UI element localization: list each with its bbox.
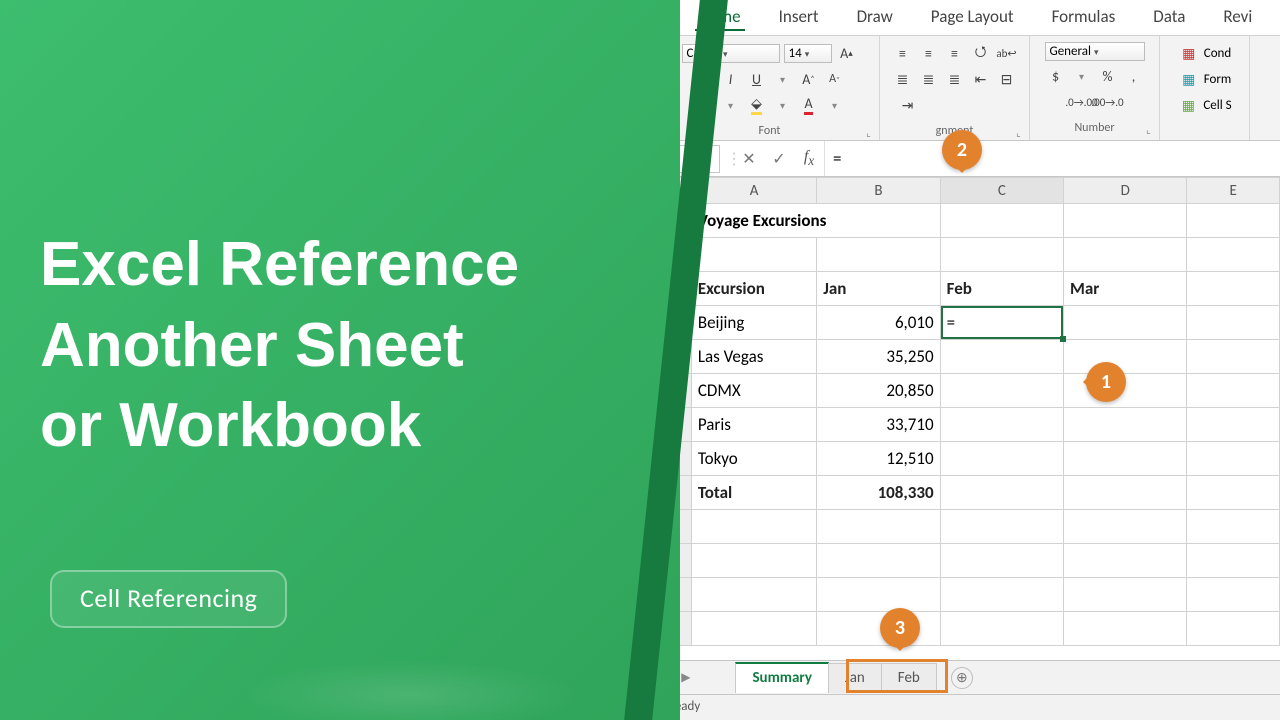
cell-jan[interactable]: 35,250 <box>817 340 940 374</box>
group-label-number: Number <box>1038 121 1151 135</box>
promo-badge: Cell Referencing <box>50 570 287 628</box>
sheet-tab-strip: ◀▶ Summary Jan Feb ⊕ <box>660 660 1280 694</box>
active-cell[interactable]: = <box>940 306 1063 340</box>
insert-function-button[interactable]: fx <box>794 144 824 173</box>
font-size-dropdown[interactable]: 14 <box>784 44 832 63</box>
align-bottom-icon[interactable]: ≡ <box>944 42 966 64</box>
enter-formula-button[interactable]: ✓ <box>764 145 794 173</box>
cell-jan[interactable]: 12,510 <box>817 442 940 476</box>
ribbon-body: Calibri 14 A▴ B I U ▾ A˄ A˅ ▦ ▾ ⬙ ▾ A ▾ … <box>660 36 1280 141</box>
table-row: Las Vegas 35,250 <box>661 340 1280 374</box>
table-row: CDMX 20,850 <box>661 374 1280 408</box>
table-row-total: Total 108,330 <box>661 476 1280 510</box>
align-middle-icon[interactable]: ≡ <box>918 42 940 64</box>
table-row: Beijing 6,010 = <box>661 306 1280 340</box>
format-table-label: Form <box>1204 72 1232 87</box>
total-label[interactable]: Total <box>691 476 816 510</box>
header-excursion[interactable]: Excursion <box>691 272 816 306</box>
status-bar: Ready <box>660 694 1280 720</box>
orientation-icon[interactable]: ⭯ <box>970 42 992 64</box>
total-jan[interactable]: 108,330 <box>817 476 940 510</box>
col-header-A[interactable]: A <box>691 178 816 204</box>
header-jan[interactable]: Jan <box>817 272 940 306</box>
font-color-icon[interactable]: A <box>798 94 820 116</box>
col-header-E[interactable]: E <box>1187 178 1280 204</box>
decrease-indent-icon[interactable]: ⇤ <box>970 68 992 90</box>
table-row: Voyage Excursions <box>661 204 1280 238</box>
align-left-icon[interactable]: ≣ <box>892 68 914 90</box>
font-shrink-icon[interactable]: A˅ <box>824 68 846 90</box>
increase-font-icon[interactable]: A▴ <box>836 42 858 64</box>
ribbon-tabs: Home Insert Draw Page Layout Formulas Da… <box>660 0 1280 36</box>
title-line: Excel Reference <box>40 225 519 306</box>
merge-icon[interactable]: ⊟ <box>996 68 1018 90</box>
conditional-label: Cond <box>1204 46 1231 61</box>
format-table-icon[interactable]: ▦ <box>1178 68 1200 90</box>
cell-styles-label: Cell S <box>1203 98 1231 113</box>
increase-decimal-icon[interactable]: .0→.00 <box>1071 91 1093 113</box>
group-alignment: ≡ ≡ ≡ ⭯ ab↩ ≣ ≣ ≣ ⇤ ⊟ ⇥ gnment <box>880 36 1030 140</box>
col-header-D[interactable]: D <box>1064 178 1187 204</box>
callout-1: 1 <box>1086 362 1126 402</box>
underline-button[interactable]: U <box>746 68 768 90</box>
tab-data[interactable]: Data <box>1149 4 1189 31</box>
decorative-ellipse <box>240 660 580 720</box>
align-top-icon[interactable]: ≡ <box>892 42 914 64</box>
add-sheet-button[interactable]: ⊕ <box>951 667 973 689</box>
cancel-formula-button[interactable]: ✕ <box>734 145 764 173</box>
group-number: General $ ▾ % , .0→.00 .00→.0 Number <box>1030 36 1160 140</box>
title-line: or Workbook <box>40 386 519 467</box>
table-row: Tokyo 12,510 <box>661 442 1280 476</box>
cell-city[interactable]: Paris <box>691 408 816 442</box>
col-header-B[interactable]: B <box>817 178 940 204</box>
percent-icon[interactable]: % <box>1097 65 1119 87</box>
cell-city[interactable]: Las Vegas <box>691 340 816 374</box>
sheet-title[interactable]: Voyage Excursions <box>691 204 940 238</box>
cell-jan[interactable]: 6,010 <box>817 306 940 340</box>
formula-input[interactable]: = <box>824 141 1280 176</box>
comma-icon[interactable]: , <box>1123 65 1145 87</box>
font-grow-icon[interactable]: A˄ <box>798 68 820 90</box>
align-center-icon[interactable]: ≣ <box>918 68 940 90</box>
cell-styles-icon[interactable]: ▦ <box>1177 94 1199 116</box>
fill-color-icon[interactable]: ⬙ <box>746 94 768 116</box>
number-format-value: General <box>1050 44 1091 59</box>
promo-panel: Excel Reference Another Sheet or Workboo… <box>0 0 680 720</box>
cell-city[interactable]: Beijing <box>691 306 816 340</box>
tab-review[interactable]: Revi <box>1219 4 1256 31</box>
cell-jan[interactable]: 33,710 <box>817 408 940 442</box>
group-styles: ▦Cond ▦Form ▦Cell S . <box>1160 36 1250 140</box>
align-right-icon[interactable]: ≣ <box>944 68 966 90</box>
excel-window: Home Insert Draw Page Layout Formulas Da… <box>660 0 1280 720</box>
tab-formulas[interactable]: Formulas <box>1048 4 1120 31</box>
tab-insert[interactable]: Insert <box>775 4 823 31</box>
title-line: Another Sheet <box>40 306 519 387</box>
cell-city[interactable]: Tokyo <box>691 442 816 476</box>
number-format-dropdown[interactable]: General <box>1045 42 1145 61</box>
font-size-value: 14 <box>789 46 802 61</box>
tab-page-layout[interactable]: Page Layout <box>927 4 1018 31</box>
table-row: Excursion Jan Feb Mar <box>661 272 1280 306</box>
increase-indent-icon[interactable]: ⇥ <box>897 94 919 116</box>
sheet-tab-jan[interactable]: Jan <box>828 663 882 693</box>
wrap-text-icon[interactable]: ab↩ <box>996 42 1018 64</box>
table-row: Paris 33,710 <box>661 408 1280 442</box>
worksheet-grid[interactable]: A B C D E Voyage Excursions Excursion Ja… <box>660 177 1280 646</box>
header-mar[interactable]: Mar <box>1064 272 1187 306</box>
decrease-decimal-icon[interactable]: .00→.0 <box>1097 91 1119 113</box>
cell-city[interactable]: CDMX <box>691 374 816 408</box>
tab-draw[interactable]: Draw <box>853 4 897 31</box>
currency-icon[interactable]: $ <box>1045 65 1067 87</box>
callout-2: 2 <box>942 130 982 170</box>
header-feb[interactable]: Feb <box>940 272 1063 306</box>
sheet-tab-summary[interactable]: Summary <box>735 662 828 693</box>
sheet-tab-feb[interactable]: Feb <box>881 663 937 693</box>
callout-3: 3 <box>880 608 920 648</box>
cell-jan[interactable]: 20,850 <box>817 374 940 408</box>
conditional-formatting-icon[interactable]: ▦ <box>1178 42 1200 64</box>
promo-title: Excel Reference Another Sheet or Workboo… <box>40 225 519 467</box>
italic-button[interactable]: I <box>720 68 742 90</box>
